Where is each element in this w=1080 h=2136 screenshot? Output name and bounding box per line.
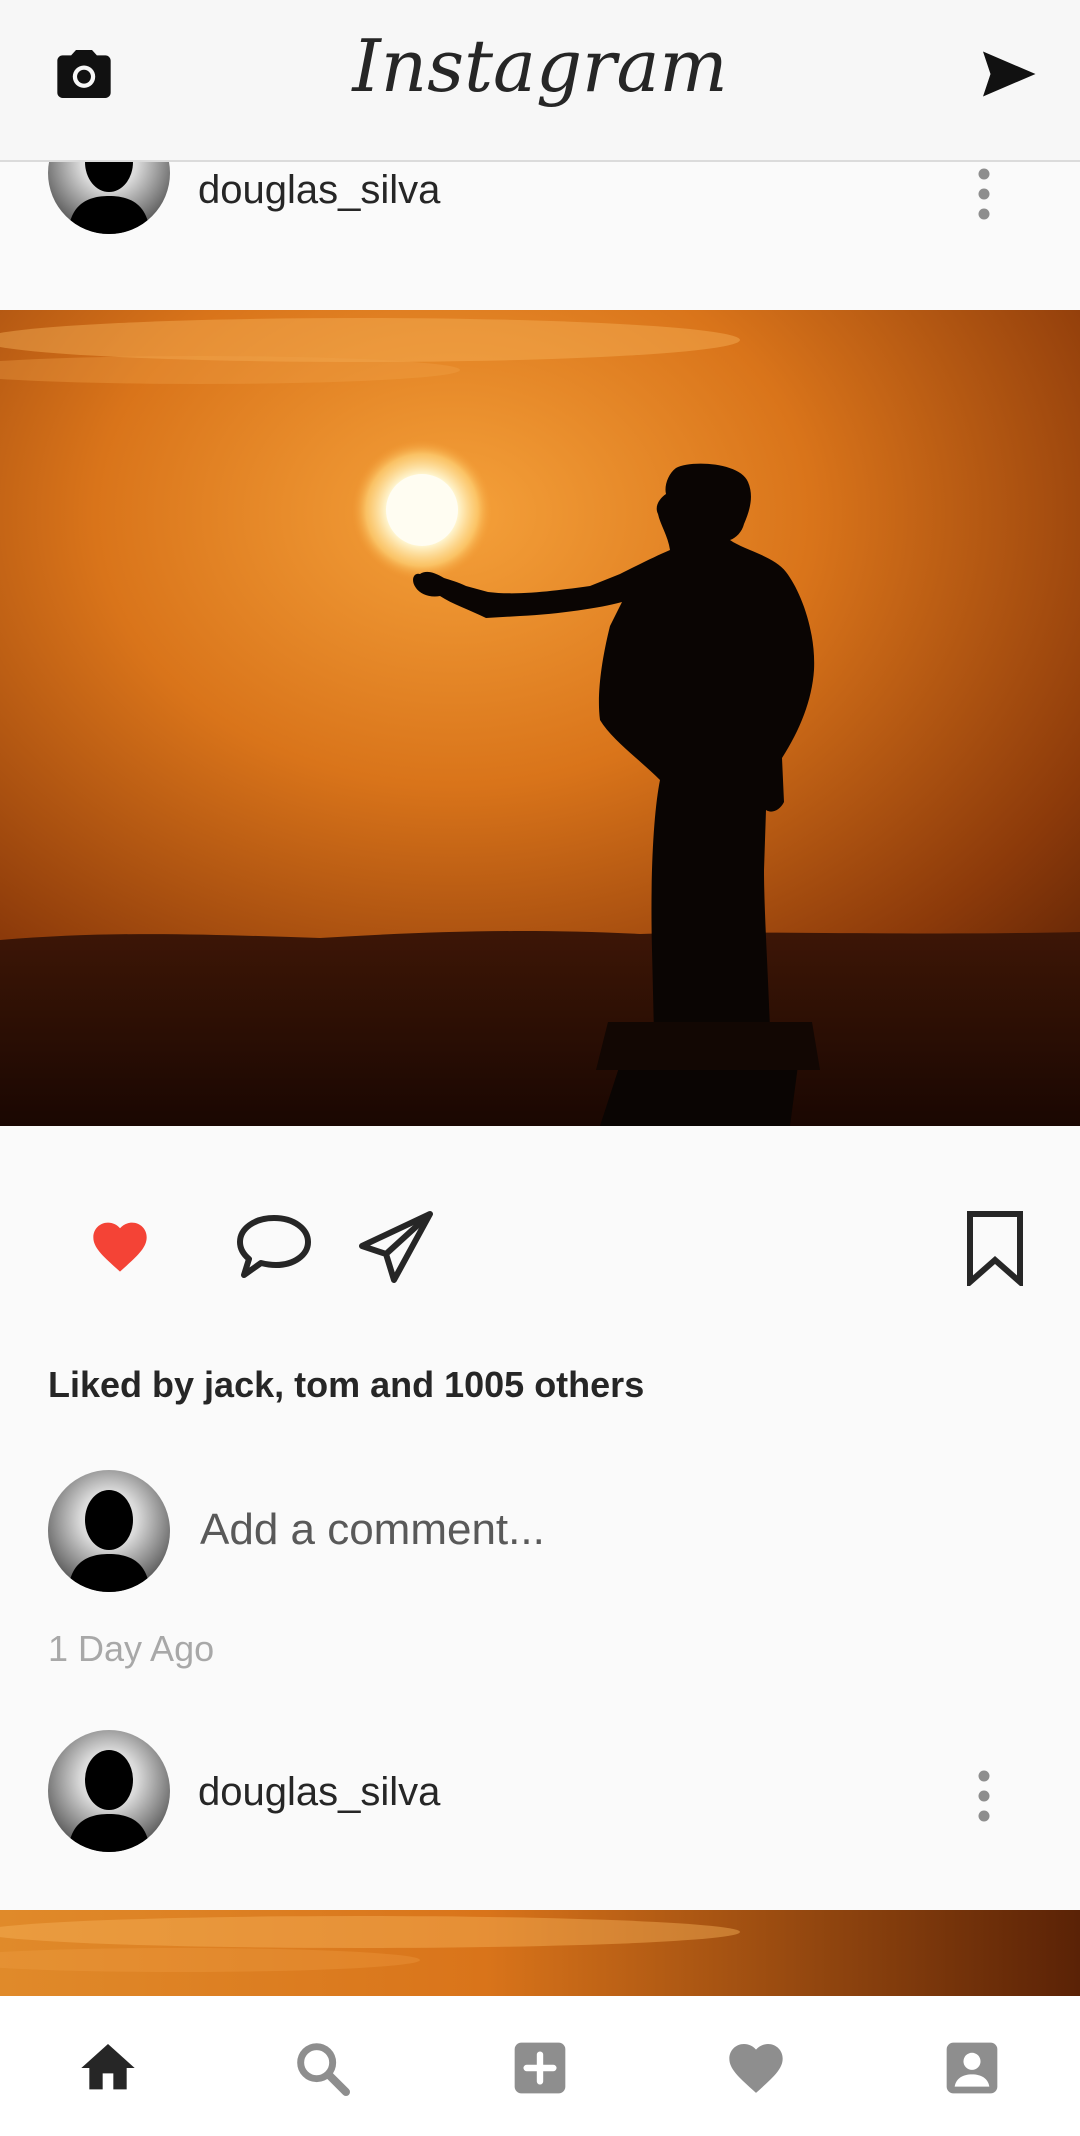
more-options-icon[interactable]: [974, 1766, 994, 1826]
post-photo[interactable]: [0, 310, 1080, 1126]
post-username[interactable]: douglas_silva: [198, 168, 440, 213]
top-bar: Instagram: [0, 0, 1080, 162]
bookmark-icon[interactable]: [966, 1210, 1024, 1289]
heart-icon[interactable]: [88, 1214, 152, 1274]
comment-input[interactable]: [198, 1504, 1002, 1556]
avatar: [48, 1470, 170, 1592]
more-options-icon[interactable]: [974, 164, 994, 224]
bottom-nav: [0, 1996, 1080, 2136]
share-icon[interactable]: [358, 1210, 434, 1284]
likes-text[interactable]: Liked by jack, tom and 1005 others: [48, 1364, 644, 1406]
home-icon[interactable]: [76, 2036, 140, 2100]
post-photo[interactable]: [0, 1910, 1080, 1996]
add-icon[interactable]: [508, 2036, 572, 2100]
comment-icon[interactable]: [236, 1212, 312, 1282]
heart-icon[interactable]: [724, 2036, 788, 2100]
send-icon[interactable]: [974, 44, 1042, 104]
post-username[interactable]: douglas_silva: [198, 1770, 440, 1815]
profile-icon[interactable]: [940, 2036, 1004, 2100]
post-header: douglas_silva: [0, 1730, 1080, 1854]
post-timestamp: 1 Day Ago: [48, 1628, 215, 1669]
app-logo: Instagram: [352, 24, 728, 108]
avatar[interactable]: [48, 1730, 170, 1852]
search-icon[interactable]: [290, 2036, 354, 2100]
